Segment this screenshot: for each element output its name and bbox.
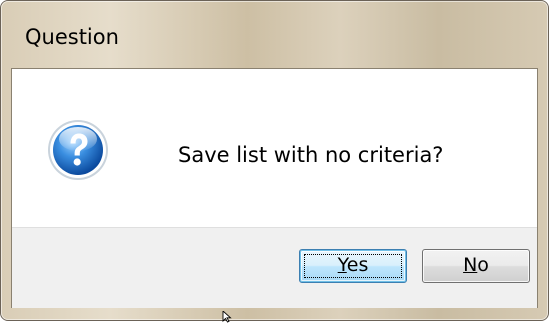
dialog-client-area: Save list with no criteria? Yes No [11, 68, 538, 308]
yes-button[interactable]: Yes [299, 249, 407, 283]
yes-accelerator: Y [337, 254, 347, 276]
window-title: Question [25, 25, 119, 49]
dialog-window: Question Save list with no criteria? Yes… [0, 0, 549, 321]
mouse-pointer-icon [222, 311, 232, 323]
message-panel: Save list with no criteria? [12, 69, 537, 227]
button-bar: Yes No [12, 227, 537, 308]
question-icon [48, 120, 108, 180]
no-accelerator: N [463, 254, 478, 276]
title-bar[interactable]: Question [11, 1, 538, 67]
dialog-message: Save list with no criteria? [178, 143, 444, 167]
yes-button-label: Yes [338, 254, 369, 276]
no-label-rest: o [477, 254, 489, 276]
no-button-label: No [463, 254, 489, 276]
yes-label-rest: es [346, 254, 369, 276]
no-button[interactable]: No [422, 249, 530, 283]
